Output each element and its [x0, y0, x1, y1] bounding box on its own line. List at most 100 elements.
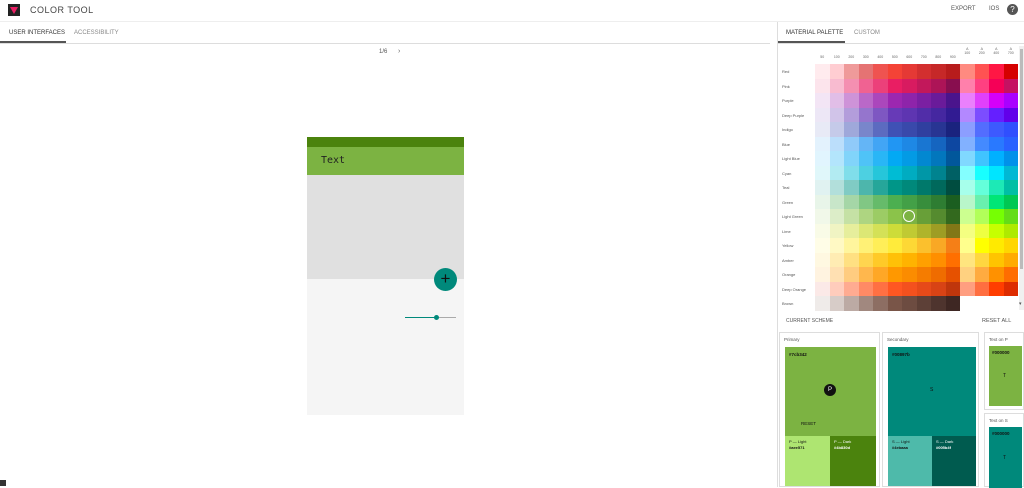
palette-cell[interactable]: [873, 165, 888, 180]
palette-cell[interactable]: [989, 78, 1004, 93]
palette-cell[interactable]: [916, 296, 931, 311]
palette-cell[interactable]: [945, 194, 960, 209]
palette-cell[interactable]: [844, 209, 859, 224]
palette-cell[interactable]: [945, 78, 960, 93]
palette-cell[interactable]: [974, 151, 989, 166]
palette-cell[interactable]: [902, 136, 917, 151]
palette-cell[interactable]: [858, 78, 873, 93]
palette-cell[interactable]: [902, 122, 917, 137]
palette-cell[interactable]: [829, 64, 844, 79]
palette-cell[interactable]: [960, 78, 975, 93]
palette-cell[interactable]: [829, 223, 844, 238]
palette-cell[interactable]: [945, 165, 960, 180]
palette-cell[interactable]: [815, 194, 830, 209]
palette-cell[interactable]: [902, 267, 917, 282]
palette-cell[interactable]: [931, 64, 946, 79]
palette-cell[interactable]: [916, 136, 931, 151]
palette-cell[interactable]: [873, 93, 888, 108]
palette-cell[interactable]: [887, 122, 902, 137]
palette-cell[interactable]: [829, 194, 844, 209]
palette-cell[interactable]: [974, 165, 989, 180]
palette-cell[interactable]: [989, 223, 1004, 238]
palette-cell[interactable]: [873, 267, 888, 282]
palette-cell[interactable]: [844, 78, 859, 93]
text-on-p-card[interactable]: Text on P #000000 T: [984, 332, 1024, 410]
palette-cell[interactable]: [858, 209, 873, 224]
palette-cell[interactable]: [960, 136, 975, 151]
fab-add-button[interactable]: +: [434, 268, 457, 291]
palette-cell[interactable]: [815, 107, 830, 122]
palette-cell[interactable]: [1003, 107, 1018, 122]
palette-cell[interactable]: [902, 281, 917, 296]
palette-cell[interactable]: [829, 267, 844, 282]
palette-cell[interactable]: [902, 238, 917, 253]
palette-cell[interactable]: [873, 78, 888, 93]
palette-cell[interactable]: [873, 122, 888, 137]
palette-cell[interactable]: [974, 281, 989, 296]
palette-cell[interactable]: [829, 252, 844, 267]
palette-cell[interactable]: [887, 267, 902, 282]
palette-cell[interactable]: [916, 122, 931, 137]
palette-cell[interactable]: [858, 136, 873, 151]
palette-cell[interactable]: [916, 267, 931, 282]
palette-cell[interactable]: [829, 238, 844, 253]
palette-cell[interactable]: [858, 252, 873, 267]
palette-cell[interactable]: [815, 267, 830, 282]
palette-cell[interactable]: [887, 223, 902, 238]
palette-cell[interactable]: [916, 180, 931, 195]
palette-cell[interactable]: [931, 267, 946, 282]
palette-cell[interactable]: [960, 238, 975, 253]
palette-cell[interactable]: [916, 209, 931, 224]
palette-cell[interactable]: [902, 151, 917, 166]
palette-cell[interactable]: [829, 165, 844, 180]
palette-cell[interactable]: [873, 180, 888, 195]
palette-cell[interactable]: [829, 151, 844, 166]
palette-cell[interactable]: [931, 252, 946, 267]
palette-cell[interactable]: [989, 252, 1004, 267]
palette-cell[interactable]: [815, 238, 830, 253]
secondary-light-swatch[interactable]: S — Light #4ebaaa: [888, 436, 932, 486]
palette-cell[interactable]: [916, 64, 931, 79]
palette-cell[interactable]: [902, 223, 917, 238]
palette-cell[interactable]: [974, 107, 989, 122]
palette-cell[interactable]: [902, 296, 917, 311]
secondary-swatch[interactable]: #00897b S: [888, 347, 976, 436]
palette-cell[interactable]: [902, 165, 917, 180]
palette-cell[interactable]: [887, 107, 902, 122]
palette-cell[interactable]: [887, 78, 902, 93]
palette-cell[interactable]: [931, 180, 946, 195]
palette-cell[interactable]: [873, 136, 888, 151]
palette-cell[interactable]: [1003, 93, 1018, 108]
palette-cell[interactable]: [931, 78, 946, 93]
palette-cell[interactable]: [931, 223, 946, 238]
palette-cell[interactable]: [844, 180, 859, 195]
tab-accessibility[interactable]: ACCESSIBILITY: [74, 30, 119, 36]
palette-cell[interactable]: [858, 238, 873, 253]
palette-cell[interactable]: [989, 281, 1004, 296]
palette-cell[interactable]: [873, 296, 888, 311]
palette-cell[interactable]: [989, 238, 1004, 253]
palette-cell[interactable]: [974, 93, 989, 108]
palette-cell[interactable]: [858, 180, 873, 195]
palette-cell[interactable]: [844, 165, 859, 180]
palette-cell[interactable]: [989, 136, 1004, 151]
palette-cell[interactable]: [931, 194, 946, 209]
palette-cell[interactable]: [960, 209, 975, 224]
palette-cell[interactable]: [960, 122, 975, 137]
palette-cell[interactable]: [1003, 122, 1018, 137]
secondary-dark-swatch[interactable]: S — Dark #005b4f: [932, 436, 976, 486]
help-icon[interactable]: ?: [1007, 4, 1018, 15]
palette-cell[interactable]: [858, 107, 873, 122]
palette-cell[interactable]: [931, 281, 946, 296]
palette-scroll-thumb[interactable]: [1020, 49, 1023, 269]
palette-cell[interactable]: [931, 165, 946, 180]
slider-thumb[interactable]: [433, 315, 439, 320]
palette-cell[interactable]: [887, 281, 902, 296]
palette-cell[interactable]: [815, 180, 830, 195]
palette-cell[interactable]: [815, 209, 830, 224]
palette-cell[interactable]: [844, 267, 859, 282]
palette-cell[interactable]: [858, 296, 873, 311]
tab-material-palette[interactable]: MATERIAL PALETTE: [786, 30, 843, 36]
palette-cell[interactable]: [916, 78, 931, 93]
palette-cell[interactable]: [815, 281, 830, 296]
